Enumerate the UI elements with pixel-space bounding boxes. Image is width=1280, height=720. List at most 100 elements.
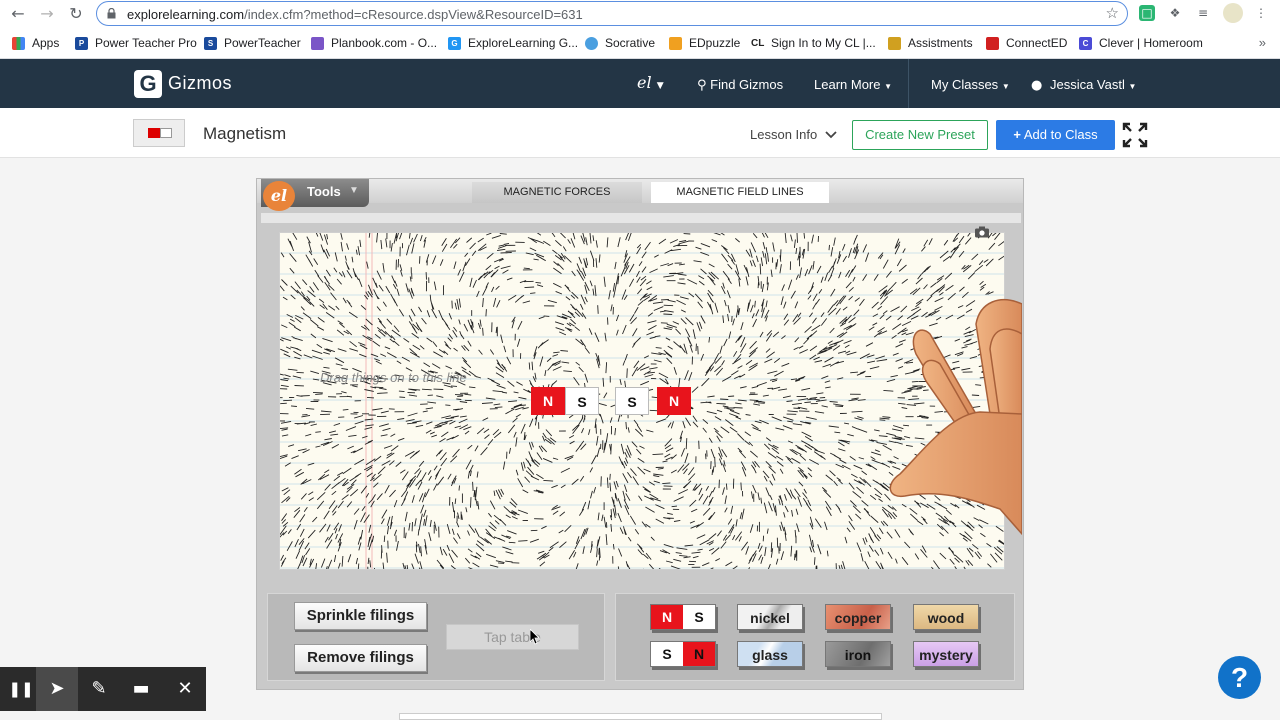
annotation-toolbar: ❚❚ ➤ ✎ ▬ ✕ [0, 667, 206, 711]
chevron-down-icon [825, 131, 837, 139]
bookmark-connected[interactable]: ConnectED [986, 36, 1067, 50]
el-menu[interactable]: el ▼ [637, 73, 664, 92]
socrative-icon [585, 36, 598, 50]
remove-filings-button[interactable]: Remove filings [294, 644, 427, 672]
bookmark-assistments[interactable]: Assistments [888, 36, 973, 50]
profile-avatar-icon[interactable] [1223, 3, 1243, 23]
highlighter-icon[interactable]: ▬ [120, 667, 162, 711]
gizmo-header: Magnetism Lesson Info Create New Preset … [0, 108, 1280, 158]
gizmos-brand[interactable]: Gizmos [168, 73, 232, 94]
tools-menu[interactable]: el Tools ▼ [261, 179, 369, 211]
mouse-cursor-icon [530, 629, 540, 645]
add-to-class-button[interactable]: + Add to Class [996, 120, 1115, 150]
el-logo-icon: el [637, 73, 652, 92]
chevron-down-icon: ▼ [656, 81, 664, 91]
magnet-2-south-pole[interactable]: S [615, 387, 649, 415]
back-arrow-icon[interactable]: ← [8, 4, 28, 24]
palette-wood[interactable]: wood [913, 604, 979, 630]
bookmark-clever[interactable]: C Clever | Homeroom [1079, 36, 1203, 50]
user-icon: ● [1031, 78, 1043, 93]
chevron-down-icon: ▼ [1128, 82, 1137, 91]
palette-iron[interactable]: iron [825, 641, 891, 667]
palette-copper[interactable]: copper [825, 604, 891, 630]
bookmark-label: ConnectED [1006, 36, 1068, 50]
learn-more-menu[interactable]: Learn More ▼ [814, 77, 892, 92]
bookmark-power-teacher-pro[interactable]: P Power Teacher Pro [75, 36, 197, 50]
bookmark-label: Apps [32, 36, 60, 50]
puzzle-extension-icon[interactable]: ❖ [1167, 5, 1183, 21]
user-menu[interactable]: ● Jessica Vastl ▼ [1031, 77, 1136, 93]
url-path: /index.cfm?method=cResource.dspView&Reso… [244, 7, 583, 22]
forward-arrow-icon[interactable]: → [37, 4, 57, 24]
drag-hint: Drag things on to this line [320, 370, 467, 385]
magnet-1-south-pole[interactable]: S [565, 387, 599, 415]
user-name: Jessica Vastl [1049, 77, 1125, 92]
powerteacher-icon: S [204, 36, 217, 50]
power-teacher-pro-icon: P [75, 36, 88, 50]
bookmark-apps[interactable]: Apps [12, 36, 59, 50]
tab-magnetic-field-lines[interactable]: MAGNETIC FIELD LINES [651, 182, 829, 203]
bookmark-label: ExploreLearning G... [468, 36, 579, 50]
palette-mystery[interactable]: mystery [913, 641, 979, 667]
star-icon[interactable]: ☆ [1106, 4, 1119, 22]
find-gizmos-link[interactable]: ⚲ Find Gizmos [697, 77, 783, 93]
bookmark-planbook[interactable]: Planbook.com - O... [311, 36, 437, 50]
create-new-preset-button[interactable]: Create New Preset [852, 120, 988, 150]
bookmark-label: EDpuzzle [689, 36, 741, 50]
connected-icon [986, 36, 999, 50]
reload-icon[interactable]: ↻ [66, 4, 86, 24]
pen-icon[interactable]: ✎ [78, 667, 120, 711]
pointer-icon[interactable]: ➤ [36, 667, 78, 711]
chevron-down-icon: ▼ [1001, 82, 1010, 91]
palette-nickel[interactable]: nickel [737, 604, 803, 630]
site-header: G Gizmos el ▼ ⚲ Find Gizmos Learn More ▼… [0, 59, 1280, 108]
menu-kebab-icon[interactable]: ⋮ [1253, 5, 1269, 21]
pole-label: S [683, 605, 715, 629]
tab-magnetic-forces[interactable]: MAGNETIC FORCES [472, 182, 642, 203]
more-bookmarks-chevron-icon[interactable]: » [1259, 35, 1266, 50]
pole-label: N [651, 605, 683, 629]
my-classes-menu[interactable]: My Classes ▼ [931, 77, 1010, 92]
header-divider [908, 59, 909, 108]
palette-magnet-ns[interactable]: N S [650, 604, 716, 630]
sprinkle-filings-button[interactable]: Sprinkle filings [294, 602, 427, 630]
bookmark-powerteacher[interactable]: S PowerTeacher [204, 36, 301, 50]
bottom-panel-edge [399, 713, 882, 720]
add-to-class-label: Add to Class [1023, 127, 1098, 142]
bookmark-sign-in-cl[interactable]: CL Sign In to My CL |... [751, 36, 876, 50]
explorelearning-icon: G [448, 36, 461, 50]
planbook-icon [311, 36, 324, 50]
magnet-1-north-pole[interactable]: N [531, 387, 565, 415]
palette-glass[interactable]: glass [737, 641, 803, 667]
bookmark-label: Clever | Homeroom [1099, 36, 1203, 50]
bookmark-explorelearning[interactable]: G ExploreLearning G... [448, 36, 578, 50]
bookmark-label: Socrative [605, 36, 656, 50]
address-bar[interactable]: explorelearning.com/index.cfm?method=cRe… [96, 1, 1128, 26]
plus-icon: + [1013, 127, 1021, 142]
grammar-extension-icon[interactable]: □ [1139, 5, 1155, 21]
object-palette: N S S N nickel glass copper iron wood my… [615, 593, 1015, 681]
apps-grid-icon [12, 36, 25, 50]
palette-magnet-sn[interactable]: S N [650, 641, 716, 667]
browser-toolbar: ← → ↻ explorelearning.com/index.cfm?meth… [0, 0, 1280, 28]
clever-icon: C [1079, 36, 1092, 50]
tools-label: Tools [307, 184, 341, 199]
filings-controls: Sprinkle filings Remove filings Tap tabl… [267, 593, 605, 681]
camera-icon[interactable] [975, 226, 989, 238]
page-title: Magnetism [203, 124, 287, 143]
lesson-info-menu[interactable]: Lesson Info [750, 127, 837, 142]
bookmark-socrative[interactable]: Socrative [585, 36, 655, 50]
magnet-2-north-pole[interactable]: N [657, 387, 691, 415]
gizmos-logo-icon[interactable]: G [134, 70, 162, 98]
reading-list-icon[interactable]: ≡ [1195, 5, 1211, 21]
close-icon[interactable]: ✕ [164, 667, 206, 711]
edpuzzle-icon [669, 36, 682, 50]
fullscreen-icon[interactable] [1122, 122, 1148, 148]
tap-table-button[interactable]: Tap table [446, 624, 579, 650]
bookmark-label: Assistments [908, 36, 973, 50]
bookmark-label: Power Teacher Pro [95, 36, 197, 50]
search-icon: ⚲ [697, 78, 707, 93]
learn-more-label: Learn More [814, 77, 881, 92]
bookmark-edpuzzle[interactable]: EDpuzzle [669, 36, 740, 50]
help-button[interactable]: ? [1218, 656, 1261, 699]
